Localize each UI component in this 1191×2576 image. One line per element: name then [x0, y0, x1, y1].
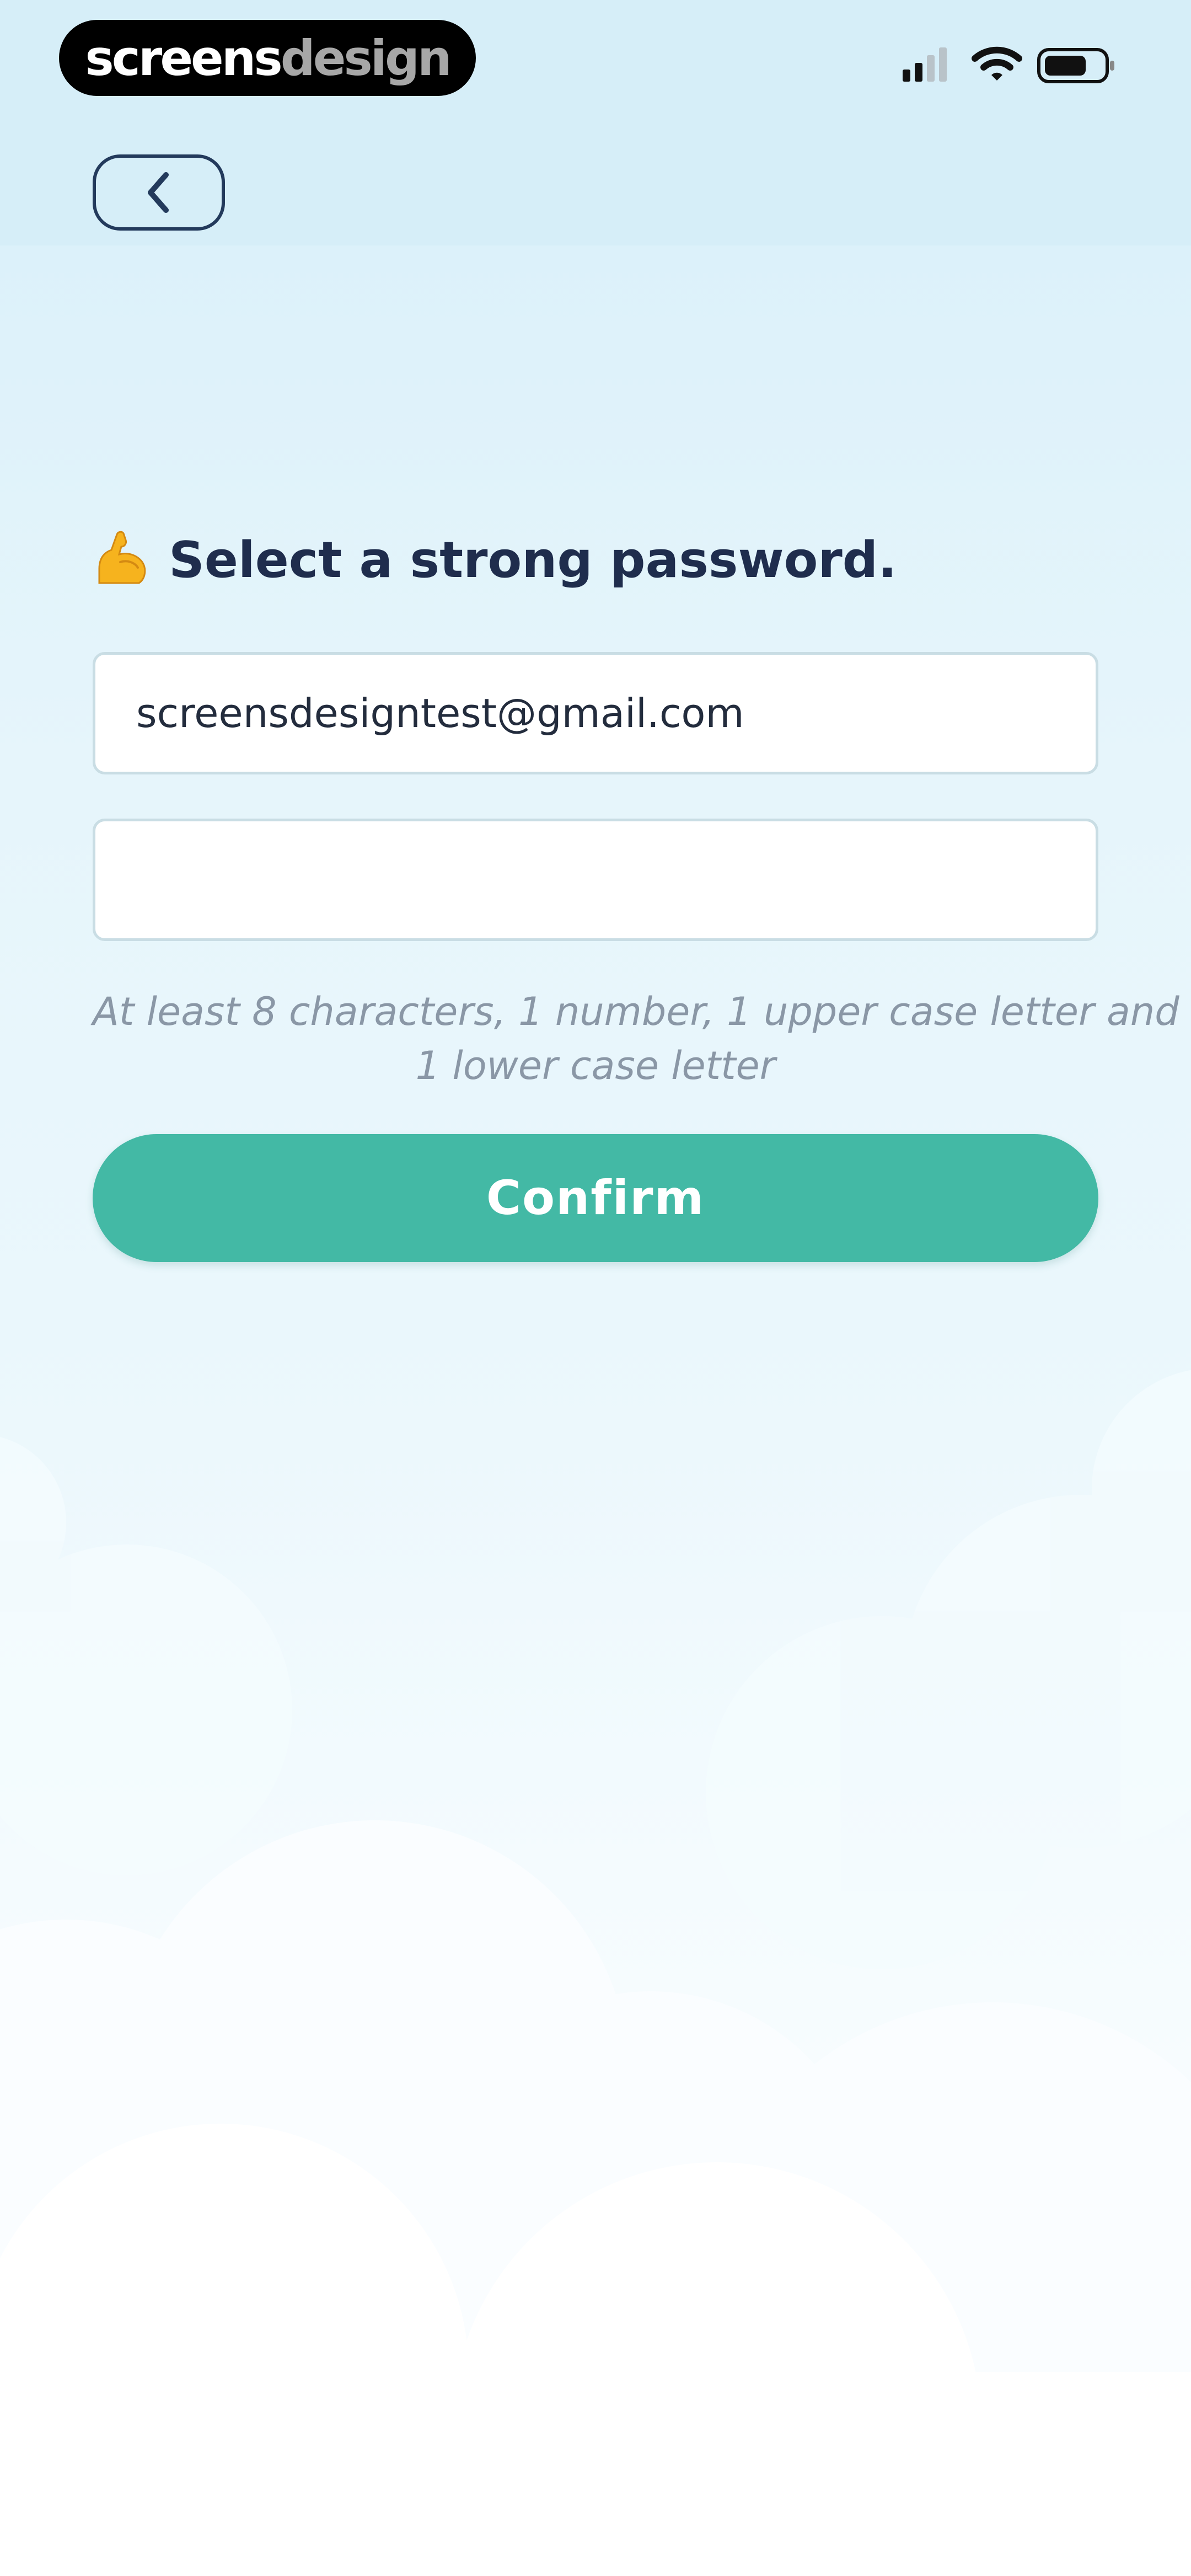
- brand-logo: screens design: [59, 20, 476, 96]
- brand-logo-part-2: design: [280, 29, 452, 87]
- hint-line-2: 1 lower case letter: [415, 1043, 776, 1088]
- clouds-background: [0, 1370, 1191, 2576]
- password-field[interactable]: [93, 819, 1098, 941]
- page-heading: Select a strong password.: [93, 527, 897, 593]
- hint-line-1: At least 8 characters, 1 number, 1 upper…: [93, 989, 1179, 1034]
- cellular-signal-icon: [903, 47, 947, 82]
- flexed-biceps-emoji: [98, 531, 146, 584]
- wifi-icon: [972, 46, 1022, 81]
- battery-icon: [1037, 48, 1114, 83]
- back-button[interactable]: [93, 154, 225, 231]
- status-icons-svg: [903, 46, 1114, 83]
- password-requirements-hint: At least 8 characters, 1 number, 1 upper…: [93, 985, 1179, 1093]
- brand-logo-part-1: screens: [85, 29, 282, 87]
- page-title: Select a strong password.: [169, 531, 897, 589]
- chevron-left-icon: [148, 172, 169, 213]
- status-icons: [899, 44, 1119, 88]
- email-field[interactable]: [93, 652, 1098, 774]
- confirm-button[interactable]: Confirm: [93, 1134, 1098, 1262]
